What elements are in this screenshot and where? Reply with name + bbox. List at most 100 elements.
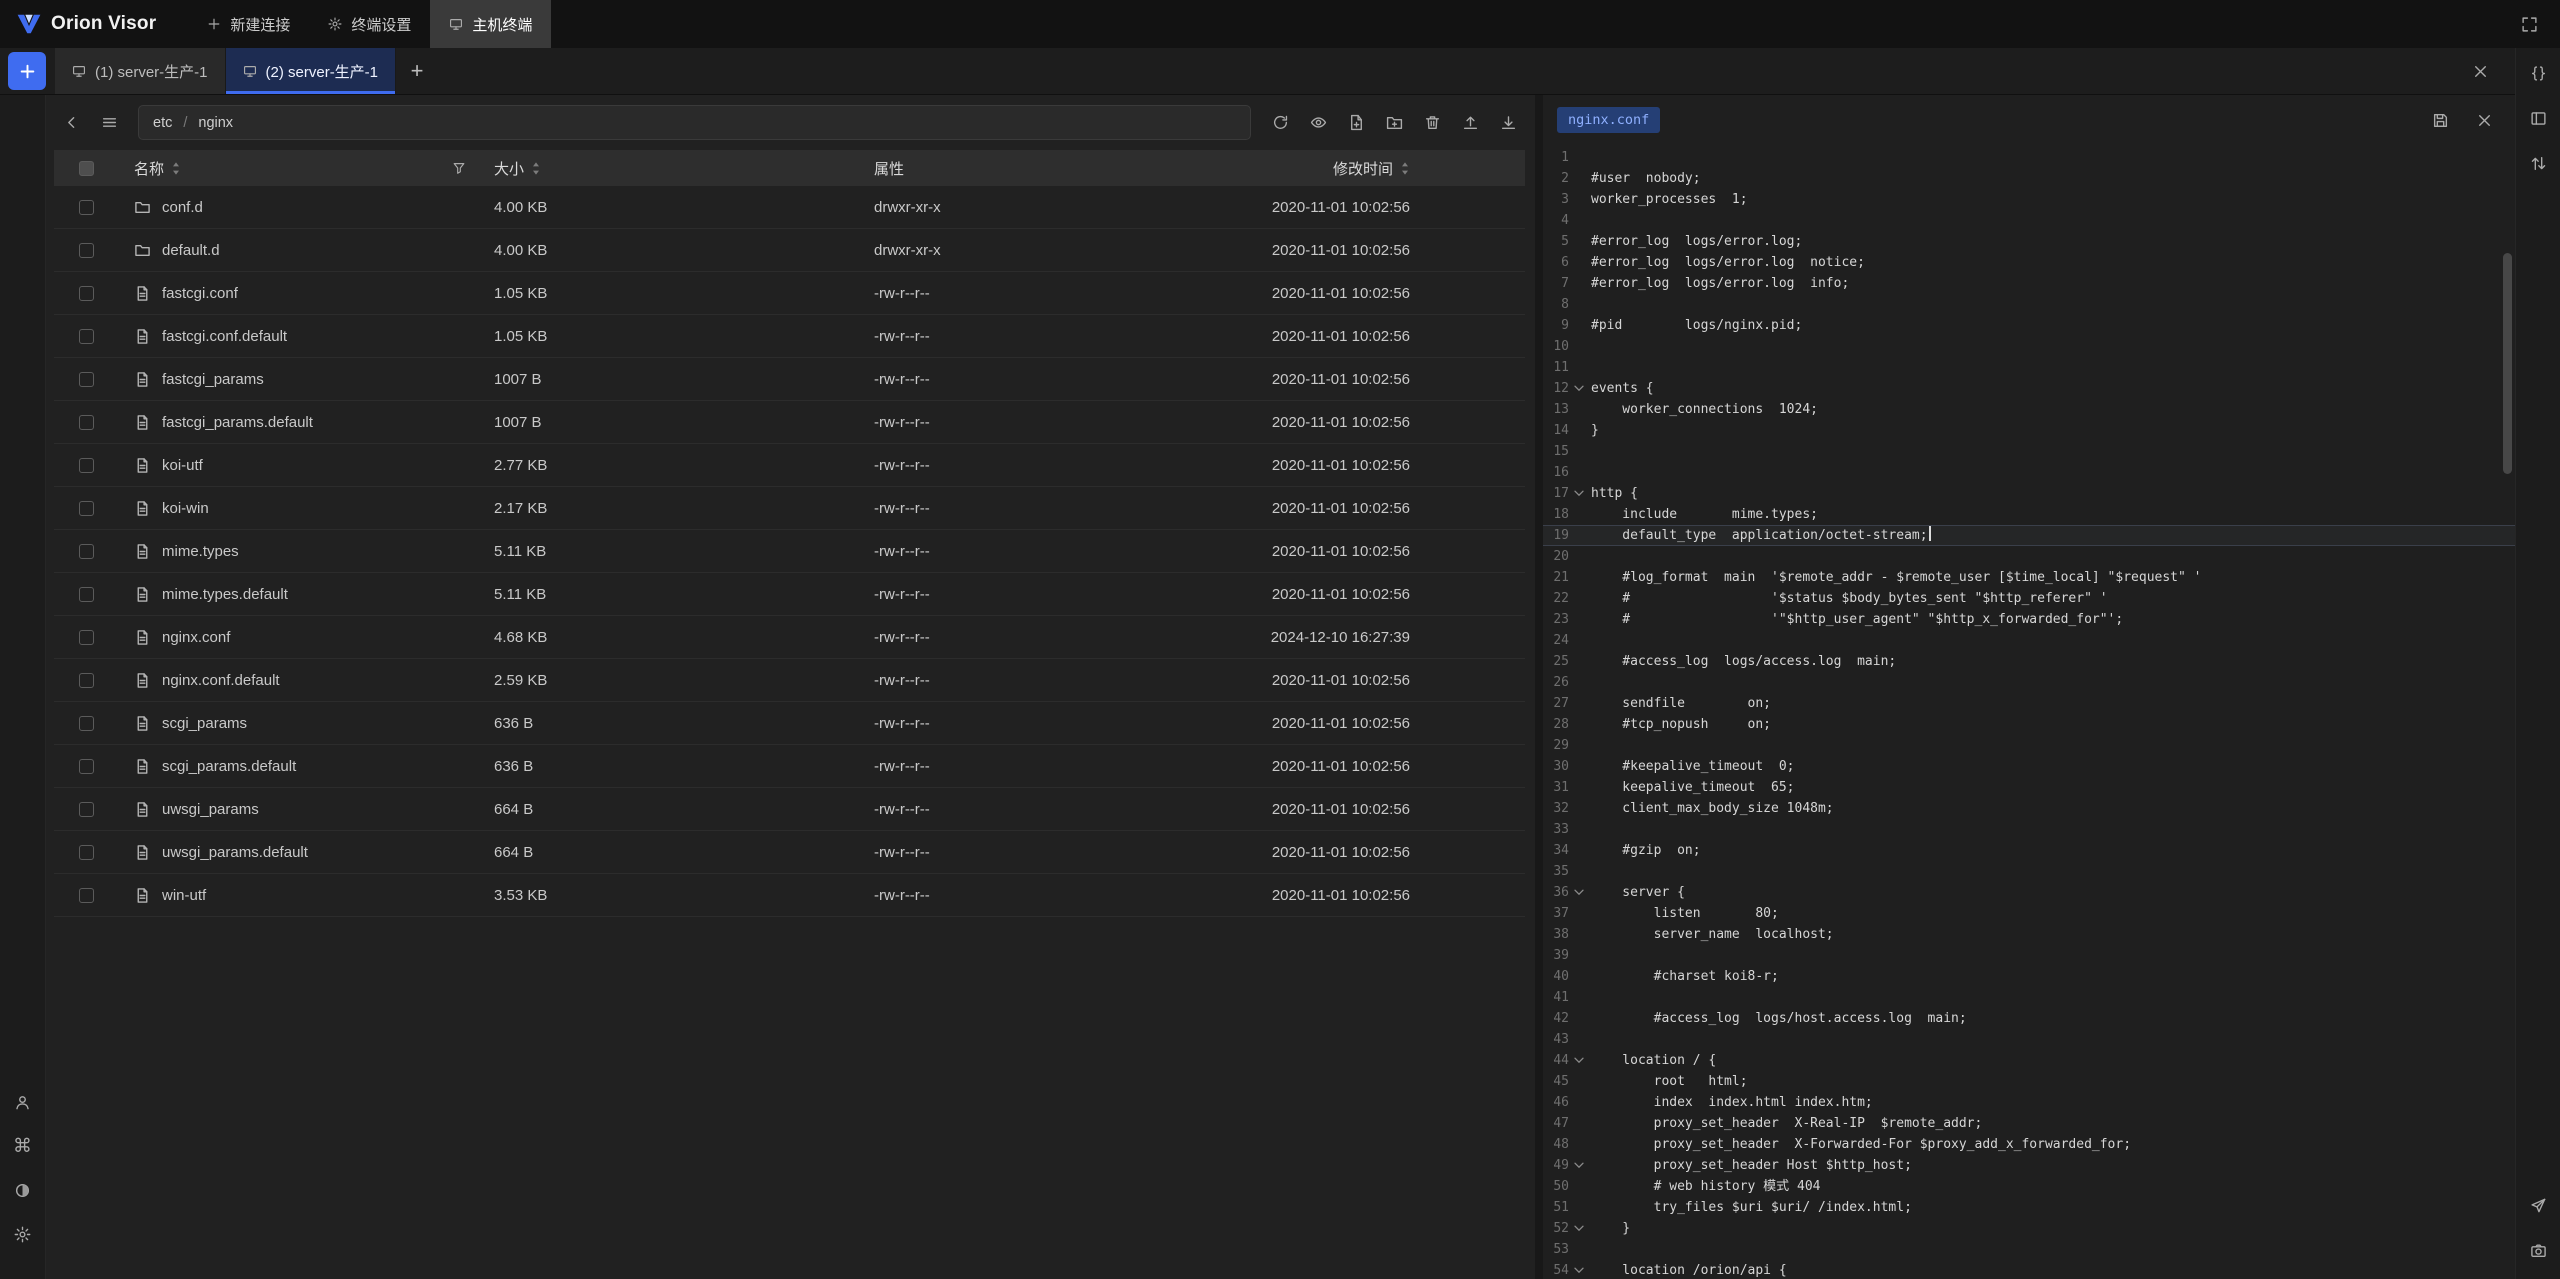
code-line[interactable]: 54 location /orion/api {: [1543, 1260, 2515, 1279]
tab-server-2[interactable]: (2) server-生产-1: [226, 48, 397, 94]
new-connection-button[interactable]: [8, 52, 46, 90]
layout-button[interactable]: [2523, 103, 2553, 133]
fold-chevron-icon[interactable]: [1569, 1267, 1589, 1274]
close-editor-button[interactable]: [2467, 103, 2501, 137]
row-checkbox[interactable]: [79, 845, 94, 860]
code-line[interactable]: 34 #gzip on;: [1543, 840, 2515, 861]
row-checkbox[interactable]: [79, 372, 94, 387]
table-row[interactable]: scgi_params.default 636 B -rw-r--r-- 202…: [54, 745, 1525, 788]
code-editor[interactable]: 1 2 #user nobody; 3 worker_processes 1; …: [1543, 145, 2515, 1279]
code-line[interactable]: 15: [1543, 441, 2515, 462]
send-command-button[interactable]: [2523, 1190, 2553, 1220]
shortcuts-button[interactable]: ⌘: [8, 1131, 38, 1161]
code-line[interactable]: 16: [1543, 462, 2515, 483]
add-tab-button[interactable]: +: [396, 48, 438, 94]
menu-item-new-connection[interactable]: 新建连接: [188, 0, 309, 48]
code-line[interactable]: 50 # web history 模式 404: [1543, 1176, 2515, 1197]
table-row[interactable]: uwsgi_params.default 664 B -rw-r--r-- 20…: [54, 831, 1525, 874]
code-line[interactable]: 44 location / {: [1543, 1050, 2515, 1071]
code-line[interactable]: 43: [1543, 1029, 2515, 1050]
code-line[interactable]: 20: [1543, 546, 2515, 567]
code-line[interactable]: 33: [1543, 819, 2515, 840]
settings-button[interactable]: [8, 1219, 38, 1249]
code-line[interactable]: 37 listen 80;: [1543, 903, 2515, 924]
code-line[interactable]: 2 #user nobody;: [1543, 168, 2515, 189]
code-line[interactable]: 13 worker_connections 1024;: [1543, 399, 2515, 420]
fold-chevron-icon[interactable]: [1569, 1225, 1589, 1232]
code-line[interactable]: 28 #tcp_nopush on;: [1543, 714, 2515, 735]
code-line[interactable]: 8: [1543, 294, 2515, 315]
table-row[interactable]: scgi_params 636 B -rw-r--r-- 2020-11-01 …: [54, 702, 1525, 745]
select-all-checkbox[interactable]: [79, 161, 94, 176]
code-line[interactable]: 18 include mime.types;: [1543, 504, 2515, 525]
fold-chevron-icon[interactable]: [1569, 1162, 1589, 1169]
table-row[interactable]: mime.types 5.11 KB -rw-r--r-- 2020-11-01…: [54, 530, 1525, 573]
menu-item-terminal-settings[interactable]: 终端设置: [309, 0, 430, 48]
row-checkbox[interactable]: [79, 802, 94, 817]
header-name[interactable]: 名称: [118, 158, 478, 179]
code-line[interactable]: 14 }: [1543, 420, 2515, 441]
code-line[interactable]: 40 #charset koi8-r;: [1543, 966, 2515, 987]
row-checkbox[interactable]: [79, 200, 94, 215]
code-line[interactable]: 4: [1543, 210, 2515, 231]
code-line[interactable]: 30 #keepalive_timeout 0;: [1543, 756, 2515, 777]
code-line[interactable]: 39: [1543, 945, 2515, 966]
editor-scrollbar[interactable]: [2503, 253, 2512, 474]
code-line[interactable]: 23 # '"$http_user_agent" "$http_x_forwar…: [1543, 609, 2515, 630]
table-row[interactable]: mime.types.default 5.11 KB -rw-r--r-- 20…: [54, 573, 1525, 616]
row-checkbox[interactable]: [79, 888, 94, 903]
code-line[interactable]: 46 index index.html index.htm;: [1543, 1092, 2515, 1113]
breadcrumb-segment[interactable]: etc: [153, 115, 172, 131]
code-line[interactable]: 41: [1543, 987, 2515, 1008]
code-line[interactable]: 53: [1543, 1239, 2515, 1260]
code-line[interactable]: 24: [1543, 630, 2515, 651]
fold-chevron-icon[interactable]: [1569, 385, 1589, 392]
table-row[interactable]: conf.d 4.00 KB drwxr-xr-x 2020-11-01 10:…: [54, 186, 1525, 229]
user-button[interactable]: [8, 1087, 38, 1117]
code-line[interactable]: 3 worker_processes 1;: [1543, 189, 2515, 210]
download-button[interactable]: [1491, 106, 1525, 140]
row-checkbox[interactable]: [79, 415, 94, 430]
menu-item-host-terminal[interactable]: 主机终端: [430, 0, 551, 48]
row-checkbox[interactable]: [79, 587, 94, 602]
table-row[interactable]: fastcgi.conf.default 1.05 KB -rw-r--r-- …: [54, 315, 1525, 358]
view-list-button[interactable]: [92, 106, 126, 140]
save-button[interactable]: [2423, 103, 2457, 137]
code-line[interactable]: 21 #log_format main '$remote_addr - $rem…: [1543, 567, 2515, 588]
json-view-button[interactable]: [2523, 58, 2553, 88]
switch-button[interactable]: [2523, 148, 2553, 178]
table-row[interactable]: nginx.conf.default 2.59 KB -rw-r--r-- 20…: [54, 659, 1525, 702]
row-checkbox[interactable]: [79, 544, 94, 559]
refresh-button[interactable]: [1263, 106, 1297, 140]
panel-splitter[interactable]: [1535, 95, 1543, 1279]
code-line[interactable]: 35: [1543, 861, 2515, 882]
code-line[interactable]: 42 #access_log logs/host.access.log main…: [1543, 1008, 2515, 1029]
code-line[interactable]: 6 #error_log logs/error.log notice;: [1543, 252, 2515, 273]
code-line[interactable]: 29: [1543, 735, 2515, 756]
code-line[interactable]: 11: [1543, 357, 2515, 378]
new-folder-button[interactable]: [1377, 106, 1411, 140]
screenshot-button[interactable]: [2523, 1235, 2553, 1265]
table-row[interactable]: win-utf 3.53 KB -rw-r--r-- 2020-11-01 10…: [54, 874, 1525, 917]
row-checkbox[interactable]: [79, 501, 94, 516]
row-checkbox[interactable]: [79, 458, 94, 473]
show-hidden-button[interactable]: [1301, 106, 1335, 140]
code-line[interactable]: 49 proxy_set_header Host $http_host;: [1543, 1155, 2515, 1176]
code-line[interactable]: 7 #error_log logs/error.log info;: [1543, 273, 2515, 294]
header-mtime[interactable]: 修改时间: [1268, 158, 1525, 179]
code-line[interactable]: 38 server_name localhost;: [1543, 924, 2515, 945]
code-line[interactable]: 48 proxy_set_header X-Forwarded-For $pro…: [1543, 1134, 2515, 1155]
table-row[interactable]: koi-win 2.17 KB -rw-r--r-- 2020-11-01 10…: [54, 487, 1525, 530]
fold-chevron-icon[interactable]: [1569, 889, 1589, 896]
table-row[interactable]: fastcgi.conf 1.05 KB -rw-r--r-- 2020-11-…: [54, 272, 1525, 315]
back-button[interactable]: [54, 106, 88, 140]
row-checkbox[interactable]: [79, 716, 94, 731]
code-line[interactable]: 32 client_max_body_size 1048m;: [1543, 798, 2515, 819]
fold-chevron-icon[interactable]: [1569, 1057, 1589, 1064]
table-row[interactable]: default.d 4.00 KB drwxr-xr-x 2020-11-01 …: [54, 229, 1525, 272]
fold-chevron-icon[interactable]: [1569, 490, 1589, 497]
upload-button[interactable]: [1453, 106, 1487, 140]
code-line[interactable]: 22 # '$status $body_bytes_sent "$http_re…: [1543, 588, 2515, 609]
code-line[interactable]: 51 try_files $uri $uri/ /index.html;: [1543, 1197, 2515, 1218]
tab-server-1[interactable]: (1) server-生产-1: [55, 48, 226, 94]
